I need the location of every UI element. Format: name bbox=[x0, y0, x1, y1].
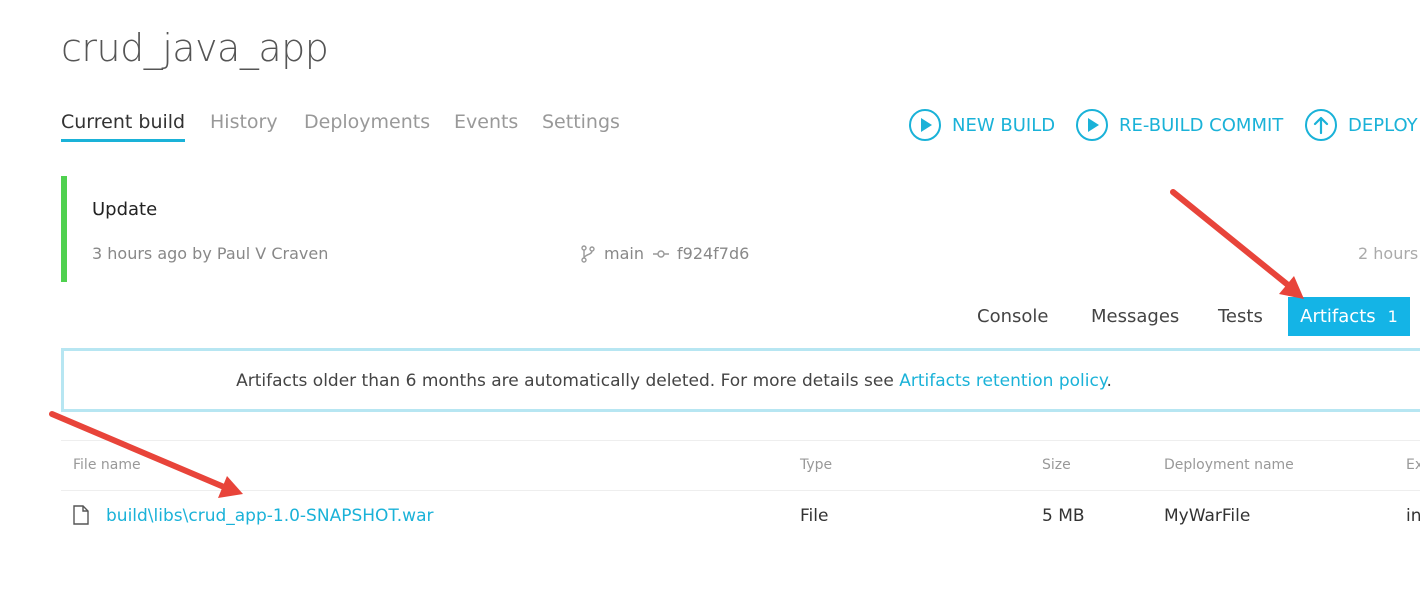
column-header-size: Size bbox=[1042, 457, 1071, 473]
tab-events[interactable]: Events bbox=[454, 111, 518, 133]
commit-message: Update bbox=[92, 199, 158, 220]
tab-history[interactable]: History bbox=[210, 111, 278, 133]
commit-icon bbox=[653, 249, 669, 258]
notice-text: Artifacts older than 6 months are automa… bbox=[236, 371, 900, 391]
tab-settings[interactable]: Settings bbox=[542, 111, 620, 133]
tab-artifacts[interactable]: Artifacts 1 bbox=[1288, 297, 1410, 336]
notice-end: . bbox=[1106, 371, 1112, 391]
arrow-up-circle-icon bbox=[1305, 109, 1337, 141]
column-header-file-name: File name bbox=[73, 457, 141, 473]
commit-hash: f924f7d6 bbox=[677, 244, 750, 263]
tab-artifacts-label: Artifacts bbox=[1300, 306, 1376, 327]
tab-console[interactable]: Console bbox=[977, 306, 1048, 327]
notice-text-line: Artifacts older than 6 months are automa… bbox=[64, 371, 1284, 391]
artifact-extra: in bbox=[1406, 506, 1420, 526]
artifact-type: File bbox=[800, 506, 829, 526]
branch-icon bbox=[581, 244, 595, 263]
annotation-arrow-file bbox=[49, 411, 243, 498]
column-header-extra: Ex bbox=[1406, 457, 1420, 473]
table-divider bbox=[61, 440, 1420, 441]
commit-meta: 3 hours ago by Paul V Craven bbox=[92, 244, 329, 263]
commit-status-bar bbox=[61, 176, 67, 282]
new-build-label: NEW BUILD bbox=[952, 114, 1056, 136]
deploy-button[interactable]: DEPLOY bbox=[1304, 108, 1418, 142]
tab-tests[interactable]: Tests bbox=[1218, 306, 1263, 327]
artifacts-count: 1 bbox=[1387, 307, 1398, 326]
tab-deployments[interactable]: Deployments bbox=[304, 111, 430, 133]
tab-current-build[interactable]: Current build bbox=[61, 111, 186, 142]
play-circle-icon bbox=[909, 109, 941, 141]
file-icon bbox=[73, 505, 89, 529]
column-header-type: Type bbox=[800, 457, 833, 473]
retention-notice: Artifacts older than 6 months are automa… bbox=[61, 348, 1420, 412]
commit-id[interactable]: f924f7d6 bbox=[653, 244, 749, 263]
rebuild-commit-label: RE-BUILD COMMIT bbox=[1119, 114, 1284, 136]
page-title: crud_java_app bbox=[61, 26, 329, 70]
commit-branch[interactable]: main bbox=[580, 244, 644, 263]
play-circle-icon bbox=[1076, 109, 1108, 141]
tab-messages[interactable]: Messages bbox=[1091, 306, 1179, 327]
artifact-deployment-name: MyWarFile bbox=[1164, 506, 1251, 526]
retention-policy-link[interactable]: Artifacts retention policy bbox=[899, 371, 1106, 391]
branch-name: main bbox=[604, 244, 644, 263]
rebuild-commit-button[interactable]: RE-BUILD COMMIT bbox=[1075, 108, 1283, 142]
column-header-deployment-name: Deployment name bbox=[1164, 457, 1294, 473]
table-divider bbox=[61, 490, 1420, 491]
artifact-size: 5 MB bbox=[1042, 506, 1085, 526]
new-build-button[interactable]: NEW BUILD bbox=[908, 108, 1055, 142]
artifact-file-link[interactable]: build\libs\crud_app-1.0-SNAPSHOT.war bbox=[106, 506, 433, 526]
annotation-arrow-artifacts bbox=[1170, 189, 1304, 299]
build-time: 2 hours a bbox=[1358, 244, 1420, 263]
deploy-label: DEPLOY bbox=[1348, 114, 1418, 136]
